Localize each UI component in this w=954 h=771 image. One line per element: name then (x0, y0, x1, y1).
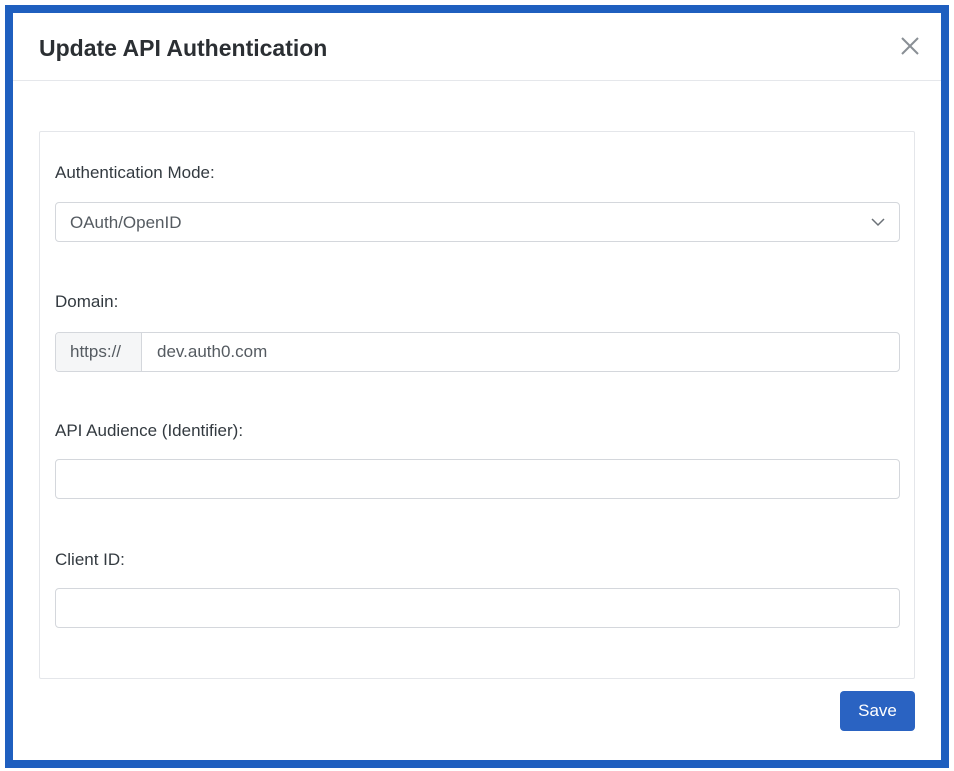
modal-title: Update API Authentication (39, 35, 328, 61)
client-id-label: Client ID: (55, 550, 125, 569)
auth-mode-label: Authentication Mode: (55, 163, 215, 182)
domain-label: Domain: (55, 292, 119, 311)
domain-prefix-addon: https:// (56, 333, 142, 371)
audience-label: API Audience (Identifier): (55, 421, 244, 440)
client-id-input[interactable] (55, 588, 900, 628)
modal-dialog: Update API Authentication Authentication… (5, 5, 949, 768)
form-panel: Authentication Mode: OAuth/OpenID Domain… (39, 131, 915, 679)
modal-header: Update API Authentication (13, 13, 941, 81)
save-button[interactable]: Save (840, 691, 915, 731)
auth-mode-selected-value: OAuth/OpenID (70, 213, 182, 232)
domain-input[interactable]: dev.auth0.com (157, 333, 267, 371)
auth-mode-select[interactable]: OAuth/OpenID (55, 202, 900, 242)
close-icon[interactable] (899, 35, 921, 57)
chevron-down-icon (871, 215, 885, 234)
audience-input[interactable] (55, 459, 900, 499)
domain-input-group: https:// dev.auth0.com (55, 332, 900, 372)
